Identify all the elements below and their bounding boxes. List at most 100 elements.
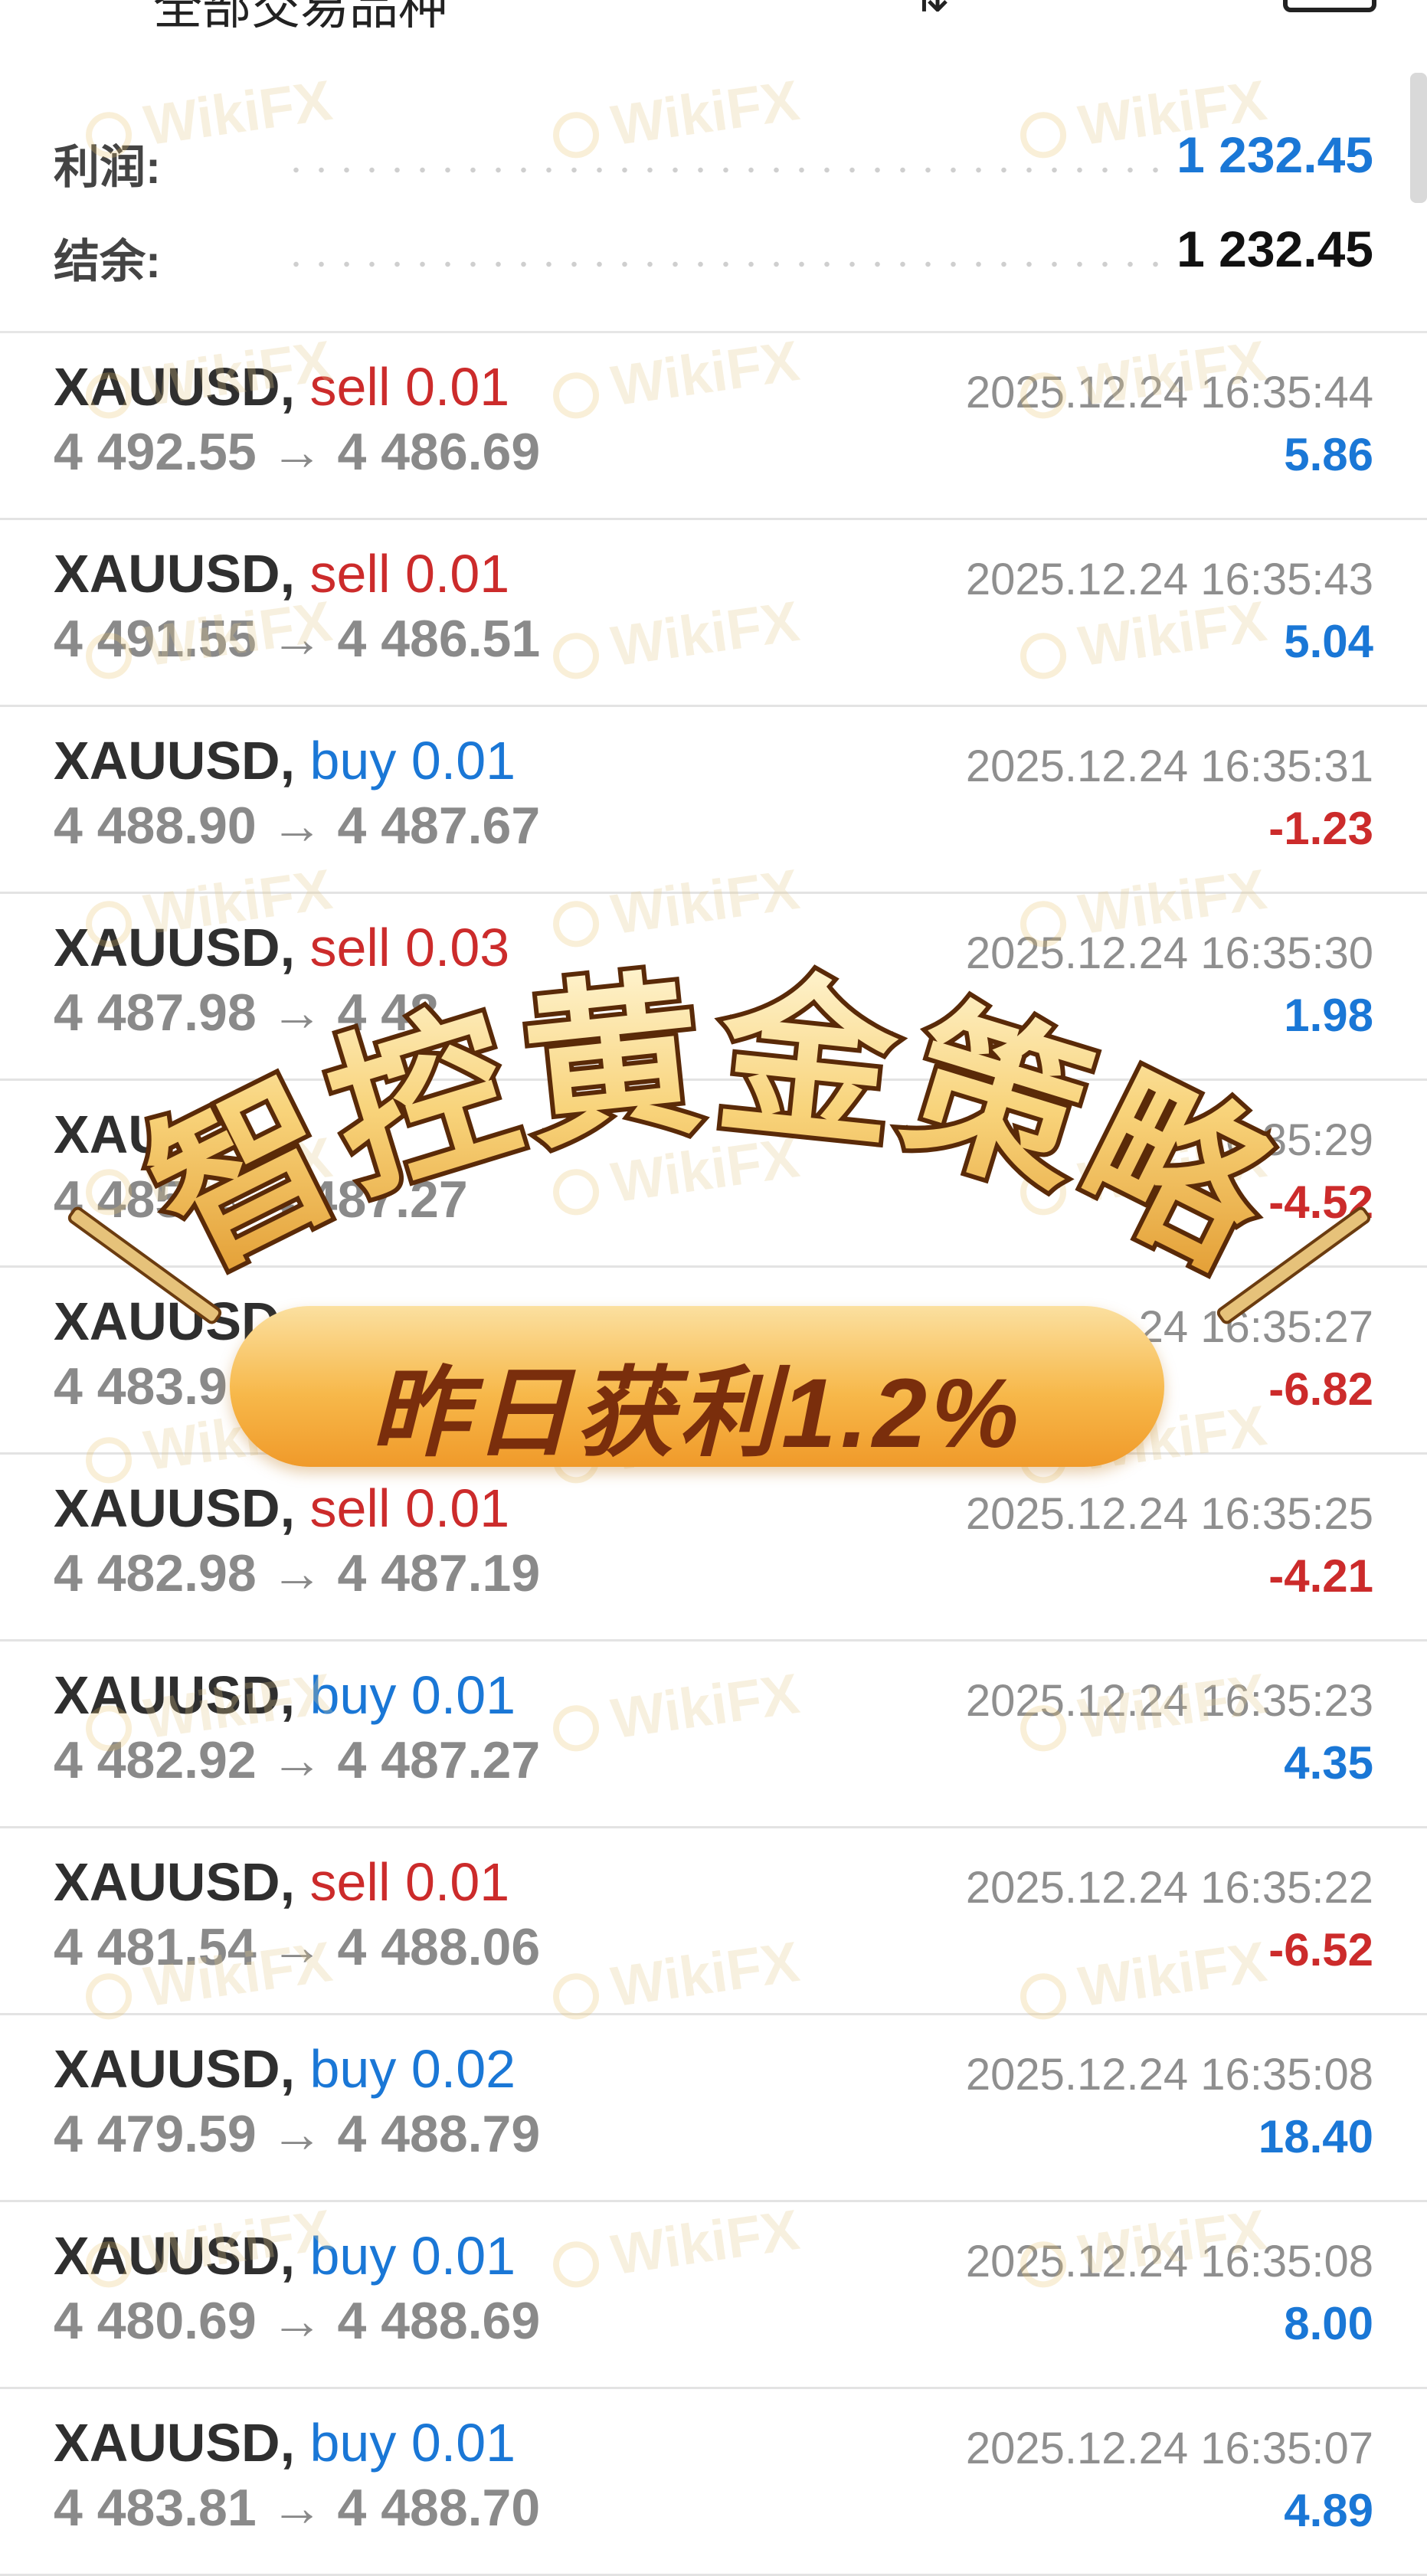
trade-time: 2025.12.24 16:35:08 [965, 2050, 1373, 2100]
open-price: 4 480.69 [54, 2292, 257, 2350]
trade-time: 2025.12.24 16:35:30 [965, 928, 1373, 978]
trade-row[interactable]: XAUUSD, buy 0.01 4 483.81 → 4 488.70 2025.… [0, 2389, 1427, 2576]
trade-time: 2025.12.24 16:35:23 [965, 1676, 1373, 1726]
arrow-right-icon: → [256, 2292, 338, 2350]
open-price: 4 481.54 [54, 1918, 257, 1976]
trade-profit: -6.52 [1268, 1924, 1373, 1975]
dotted-leader [283, 167, 1167, 173]
trade-symbol: XAUUSD [54, 918, 280, 977]
separator: , [280, 357, 310, 417]
trade-profit: 4.89 [1284, 2485, 1373, 2536]
trade-row[interactable]: XAUUSD, sell 0.01 4 481.54 → 4 488.06 2025… [0, 1828, 1427, 2015]
trade-prices: 4 480.69 → 4 488.69 [54, 2291, 540, 2351]
trade-prices: 4 479.59 → 4 488.79 [54, 2104, 540, 2164]
trade-symbol: XAUUSD [54, 357, 280, 417]
trade-row[interactable]: XAUUSD, sell 0.01 4 492.55 → 4 486.69 2025… [0, 333, 1427, 520]
trade-symbol: XAUUSD [54, 1291, 280, 1351]
open-price: 4 483.81 [54, 2479, 257, 2537]
separator: , [280, 731, 310, 790]
separator: , [280, 1665, 310, 1725]
calendar-icon[interactable] [1283, 0, 1376, 12]
trade-row[interactable]: XAUUSD 4 483.9 24 16:35:27 -6.82 [0, 1268, 1427, 1455]
trade-time: 2025.12.24 16:35:31 [965, 741, 1373, 791]
arrow-right-icon: → [256, 2105, 338, 2163]
trade-volume: 0.03 [405, 918, 510, 977]
trade-row[interactable]: XAU 4 485 → 4 487.27 6:35:29 -4.52 [0, 1081, 1427, 1268]
symbol-filter-title[interactable]: 全部交易品种 [153, 0, 447, 38]
trade-row[interactable]: XAUUSD, sell 0.01 4 491.55 → 4 486.51 2025… [0, 520, 1427, 707]
balance-value: 1 232.45 [1177, 221, 1373, 277]
trade-header: XAU [54, 1104, 167, 1165]
separator: , [280, 918, 310, 977]
trade-row[interactable]: XAUUSD, buy 0.01 4 480.69 → 4 488.69 2025.… [0, 2202, 1427, 2389]
trade-volume: 0.01 [405, 1852, 510, 1912]
trade-header: XAUUSD, sell 0.01 [54, 1478, 509, 1539]
trade-header: XAUUSD, buy 0.01 [54, 1664, 515, 1726]
trade-side: buy [309, 2413, 397, 2473]
trade-prices: 4 485 → 4 487.27 [54, 1170, 468, 1229]
close-price: 4 488.06 [337, 1918, 541, 1976]
arrow-right-icon: → [184, 1170, 265, 1229]
top-bar: 全部交易品种 ⇅ [0, 0, 1427, 54]
close-price: 4 487.27 [264, 1170, 468, 1229]
trade-row[interactable]: XAUUSD, buy 0.02 4 479.59 → 4 488.79 2025.… [0, 2015, 1427, 2202]
trade-prices: 4 492.55 → 4 486.69 [54, 422, 540, 482]
summary-profit-row: 利润: 1 232.45 [0, 116, 1427, 193]
trade-header: XAUUSD, sell 0.03 [54, 917, 509, 978]
trade-volume: 0.01 [405, 1478, 510, 1538]
open-price: 4 488.90 [54, 797, 257, 855]
trade-symbol: XAUUSD [54, 2413, 280, 2473]
trade-prices: 4 487.98 → 4 48 [54, 983, 439, 1043]
summary-balance-row: 结余: 1 232.45 [0, 211, 1427, 287]
trade-volume: 0.01 [411, 2413, 516, 2473]
trade-header: XAUUSD, sell 0.01 [54, 1851, 509, 1913]
close-price: 4 487.27 [337, 1731, 541, 1789]
trade-symbol: XAUUSD [54, 1665, 280, 1725]
trade-volume: 0.01 [411, 731, 516, 790]
trade-header: XAUUSD, buy 0.01 [54, 730, 515, 791]
trade-time: 2025.12.24 16:35:43 [965, 555, 1373, 604]
trade-volume: 0.01 [405, 544, 510, 604]
scrollbar[interactable] [1410, 73, 1427, 203]
trade-row[interactable]: XAUUSD, buy 0.01 4 488.90 → 4 487.67 2025.… [0, 707, 1427, 894]
close-price: 4 488.70 [337, 2479, 541, 2537]
dotted-leader [283, 261, 1167, 267]
close-price: 4 488.69 [337, 2292, 541, 2350]
profit-label: 利润: [54, 142, 161, 193]
trade-row[interactable]: XAUUSD, sell 0.03 4 487.98 → 4 48 2025.12.… [0, 894, 1427, 1081]
trade-symbol: XAUUSD [54, 1852, 280, 1912]
trade-symbol: XAUUSD [54, 731, 280, 790]
trade-volume: 0.01 [405, 357, 510, 417]
trade-row[interactable]: XAUUSD, buy 0.01 4 482.92 → 4 487.27 2025.… [0, 1642, 1427, 1828]
trade-header: XAUUSD, sell 0.01 [54, 356, 509, 417]
trade-prices: 4 482.98 → 4 487.19 [54, 1543, 540, 1603]
trade-prices: 4 482.92 → 4 487.27 [54, 1730, 540, 1790]
trade-header: XAUUSD, buy 0.02 [54, 2038, 515, 2100]
trade-prices: 4 488.90 → 4 487.67 [54, 796, 540, 856]
trade-header: XAUUSD, buy 0.01 [54, 2412, 515, 2473]
open-price: 4 482.92 [54, 1731, 257, 1789]
trade-profit: -4.21 [1268, 1550, 1373, 1602]
close-price: 4 486.69 [337, 423, 541, 481]
trade-symbol: XAUUSD [54, 2226, 280, 2286]
open-price: 4 482.98 [54, 1544, 257, 1602]
trade-profit: 8.00 [1284, 2298, 1373, 2349]
close-price: 4 486.51 [337, 610, 541, 668]
separator: , [280, 2413, 310, 2473]
trade-row[interactable]: XAUUSD, sell 0.01 4 482.98 → 4 487.19 2025… [0, 1455, 1427, 1642]
trade-side: buy [309, 731, 397, 790]
trade-symbol: XAUUSD [54, 544, 280, 604]
open-price: 4 492.55 [54, 423, 257, 481]
trade-volume: 0.01 [411, 2226, 516, 2286]
arrow-right-icon: → [256, 984, 338, 1042]
arrow-right-icon: → [256, 1918, 338, 1976]
trade-volume: 0.01 [411, 1665, 516, 1725]
trade-header: XAUUSD, sell 0.01 [54, 543, 509, 604]
trade-profit: 1.98 [1284, 990, 1373, 1041]
trade-time: 2025.12.24 16:35:25 [965, 1489, 1373, 1539]
separator: , [280, 2226, 310, 2286]
arrow-right-icon: → [256, 610, 338, 668]
sort-icon[interactable]: ⇅ [912, 0, 950, 23]
close-price: 4 488.79 [337, 2105, 541, 2163]
trade-profit: 4.35 [1284, 1737, 1373, 1789]
